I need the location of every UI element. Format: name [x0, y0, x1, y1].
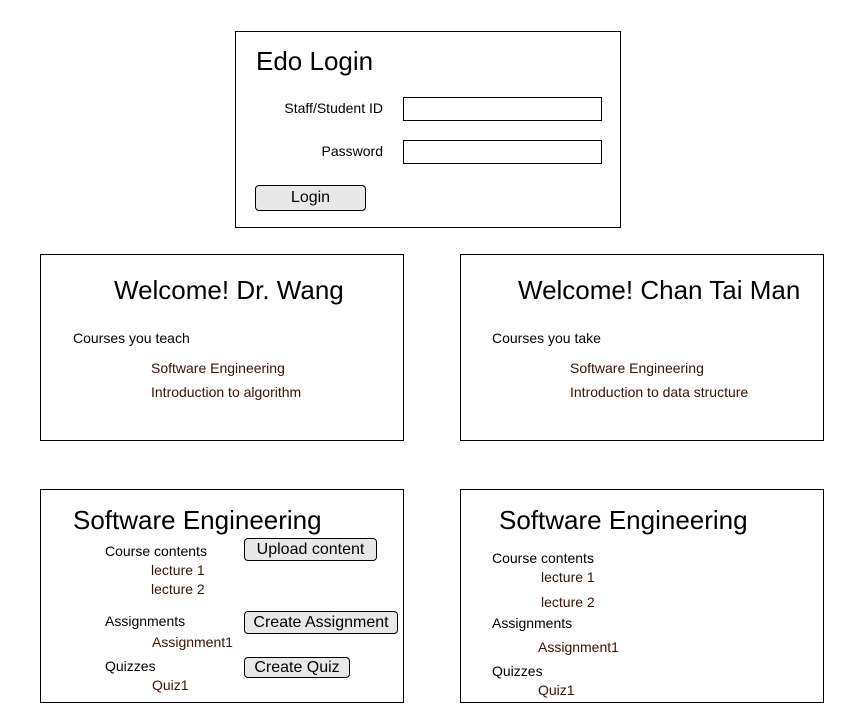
student-welcome-title: Welcome! Chan Tai Man: [518, 275, 801, 305]
teacher-welcome-panel: Welcome! Dr. Wang Courses you teach Soft…: [40, 254, 404, 441]
lecture-link[interactable]: lecture 1: [541, 569, 595, 585]
student-course-title: Software Engineering: [499, 505, 748, 535]
id-label: Staff/Student ID: [284, 100, 383, 116]
student-course-panel: Software Engineering Course contents lec…: [460, 489, 824, 703]
login-title: Edo Login: [256, 46, 374, 76]
quizzes-label: Quizzes: [492, 663, 543, 679]
password-label: Password: [321, 143, 383, 159]
teacher-course-panel: Software Engineering Course contents Upl…: [40, 489, 404, 703]
course-contents-label: Course contents: [105, 543, 207, 559]
login-button[interactable]: Login: [255, 185, 366, 211]
course-link[interactable]: Software Engineering: [151, 360, 285, 376]
lecture-link[interactable]: lecture 1: [151, 562, 205, 578]
assignments-label: Assignments: [492, 615, 573, 631]
create-quiz-button[interactable]: Create Quiz: [244, 657, 350, 678]
quiz-link[interactable]: Quiz1: [152, 677, 189, 693]
lecture-link[interactable]: lecture 2: [541, 594, 595, 610]
quiz-link[interactable]: Quiz1: [538, 682, 575, 698]
password-input[interactable]: [403, 140, 602, 164]
teacher-welcome-title: Welcome! Dr. Wang: [114, 275, 344, 305]
id-input[interactable]: [403, 97, 602, 121]
course-contents-label: Course contents: [492, 550, 594, 566]
course-link[interactable]: Software Engineering: [570, 360, 704, 376]
student-welcome-panel: Welcome! Chan Tai Man Courses you take S…: [460, 254, 824, 441]
upload-content-button[interactable]: Upload content: [244, 538, 377, 561]
courses-take-label: Courses you take: [492, 330, 601, 346]
teacher-course-title: Software Engineering: [73, 505, 322, 535]
assignments-label: Assignments: [105, 613, 186, 629]
course-link[interactable]: Introduction to algorithm: [151, 384, 301, 400]
assignment-link[interactable]: Assignment1: [152, 634, 233, 650]
quizzes-label: Quizzes: [105, 658, 156, 674]
assignment-link[interactable]: Assignment1: [538, 639, 619, 655]
wireframe-canvas: Edo Login Staff/Student ID Password Logi…: [0, 0, 859, 719]
course-link[interactable]: Introduction to data structure: [570, 384, 748, 400]
lecture-link[interactable]: lecture 2: [151, 581, 205, 597]
create-assignment-button[interactable]: Create Assignment: [244, 611, 398, 634]
courses-teach-label: Courses you teach: [73, 330, 190, 346]
login-panel: Edo Login Staff/Student ID Password Logi…: [235, 31, 621, 228]
